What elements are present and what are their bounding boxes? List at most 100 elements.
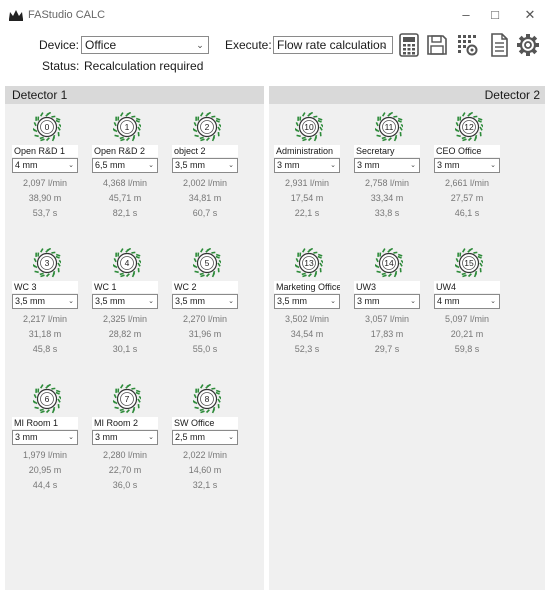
detector-card: 4 WC 1 3,5 mm ⌄ 2,325 l/min 28,82 m 30,1 s bbox=[92, 248, 158, 378]
flow-rate-value: 2,022 l/min bbox=[182, 450, 228, 460]
pipe-length-value: 20,21 m bbox=[450, 329, 484, 339]
transport-time-value: 53,7 s bbox=[32, 208, 58, 218]
flow-rate-value: 2,280 l/min bbox=[102, 450, 148, 460]
pipe-diameter-select[interactable]: 3 mm ⌄ bbox=[274, 158, 340, 173]
maximize-button[interactable]: □ bbox=[484, 6, 506, 24]
detector-sensor-icon: 14 bbox=[375, 248, 403, 278]
detector-card: 8 SW Office 2,5 mm ⌄ 2,022 l/min 14,60 m 32,1 … bbox=[172, 384, 238, 514]
transport-time-value: 45,8 s bbox=[32, 344, 58, 354]
chevron-down-icon: ⌄ bbox=[228, 162, 234, 169]
detector-number: 7 bbox=[125, 394, 130, 404]
pipe-diameter-select[interactable]: 3,5 mm ⌄ bbox=[92, 294, 158, 309]
panel-header-detector-2: Detector 2 bbox=[269, 86, 545, 104]
gear-icon[interactable] bbox=[516, 33, 540, 57]
detector-name-field[interactable]: Secretary bbox=[354, 145, 420, 157]
detector-number: 12 bbox=[464, 122, 474, 132]
detector-name-field[interactable]: WC 2 bbox=[172, 281, 238, 293]
pipe-length-value: 17,83 m bbox=[370, 329, 404, 339]
pipe-diameter-value: 3,5 mm bbox=[95, 296, 126, 306]
pipe-diameter-select[interactable]: 3 mm ⌄ bbox=[354, 294, 420, 309]
detector-number: 14 bbox=[384, 258, 394, 268]
transport-time-value: 44,4 s bbox=[32, 480, 58, 490]
detector-sensor-icon: 8 bbox=[193, 384, 221, 414]
pipe-diameter-select[interactable]: 3,5 mm ⌄ bbox=[172, 294, 238, 309]
detector-name-field[interactable]: Marketing Office bbox=[274, 281, 340, 293]
panel-detector-2: 10 Administration 3 mm ⌄ 2,931 l/min 17,54 m 2… bbox=[269, 104, 545, 590]
pipe-diameter-value: 3,5 mm bbox=[175, 160, 206, 170]
detector-sensor-icon: 3 bbox=[33, 248, 61, 278]
chevron-down-icon: ⌄ bbox=[228, 298, 234, 305]
detector-card: 10 Administration 3 mm ⌄ 2,931 l/min 17,54 m 2… bbox=[274, 112, 340, 242]
detector-sensor-icon: 4 bbox=[113, 248, 141, 278]
title-bar: FAStudio CALC – □ ✕ bbox=[0, 0, 550, 30]
pipe-diameter-select[interactable]: 2,5 mm ⌄ bbox=[172, 430, 238, 445]
flow-rate-value: 4,368 l/min bbox=[102, 178, 148, 188]
detector-number: 10 bbox=[304, 122, 314, 132]
chevron-down-icon: ⌄ bbox=[410, 162, 416, 169]
pipe-diameter-select[interactable]: 3,5 mm ⌄ bbox=[172, 158, 238, 173]
detector-name-field[interactable]: UW3 bbox=[354, 281, 420, 293]
pipe-length-value: 14,60 m bbox=[188, 465, 222, 475]
detector-name-field[interactable]: WC 1 bbox=[92, 281, 158, 293]
chevron-down-icon: ⌄ bbox=[68, 434, 74, 441]
detector-number: 5 bbox=[205, 258, 210, 268]
detector-card: 7 MI Room 2 3 mm ⌄ 2,280 l/min 22,70 m 36,0 s bbox=[92, 384, 158, 514]
detector-card: 5 WC 2 3,5 mm ⌄ 2,270 l/min 31,96 m 55,0 s bbox=[172, 248, 238, 378]
save-icon[interactable] bbox=[426, 33, 448, 57]
detector-card: 12 CEO Office 3 mm ⌄ 2,661 l/min 27,57 m 46,1 … bbox=[434, 112, 500, 242]
detector-name-field[interactable]: MI Room 2 bbox=[92, 417, 158, 429]
detector-sensor-icon: 5 bbox=[193, 248, 221, 278]
pipe-diameter-select[interactable]: 4 mm ⌄ bbox=[12, 158, 78, 173]
detector-name-field[interactable]: object 2 bbox=[172, 145, 238, 157]
detector-name-field[interactable]: UW4 bbox=[434, 281, 500, 293]
pipe-diameter-value: 3 mm bbox=[277, 160, 300, 170]
execute-label: Execute: bbox=[225, 38, 272, 52]
detector-sensor-icon: 6 bbox=[33, 384, 61, 414]
detector-number: 0 bbox=[45, 122, 50, 132]
pipe-diameter-select[interactable]: 3 mm ⌄ bbox=[434, 158, 500, 173]
pipe-length-value: 17,54 m bbox=[290, 193, 324, 203]
close-button[interactable]: ✕ bbox=[519, 6, 541, 24]
detector-name-field[interactable]: CEO Office bbox=[434, 145, 500, 157]
pipe-length-value: 31,18 m bbox=[28, 329, 62, 339]
minimize-button[interactable]: – bbox=[455, 6, 477, 24]
pipe-diameter-select[interactable]: 4 mm ⌄ bbox=[434, 294, 500, 309]
pipe-length-value: 45,71 m bbox=[108, 193, 142, 203]
chevron-down-icon: ⌄ bbox=[148, 298, 154, 305]
pipe-diameter-value: 4 mm bbox=[437, 296, 460, 306]
pipe-diameter-select[interactable]: 6,5 mm ⌄ bbox=[92, 158, 158, 173]
pipe-diameter-value: 3,5 mm bbox=[175, 296, 206, 306]
detector-number: 8 bbox=[205, 394, 210, 404]
detector-sensor-icon: 7 bbox=[113, 384, 141, 414]
detector-name-field[interactable]: SW Office bbox=[172, 417, 238, 429]
chevron-down-icon: ⌄ bbox=[490, 162, 496, 169]
chevron-down-icon: ⌄ bbox=[148, 434, 154, 441]
settings-grid-icon[interactable] bbox=[457, 33, 479, 57]
detector-number: 13 bbox=[304, 258, 314, 268]
transport-time-value: 32,1 s bbox=[192, 480, 218, 490]
detector-name-field[interactable]: Open R&D 1 bbox=[12, 145, 78, 157]
pipe-diameter-select[interactable]: 3 mm ⌄ bbox=[12, 430, 78, 445]
pipe-diameter-select[interactable]: 3,5 mm ⌄ bbox=[274, 294, 340, 309]
detector-name-field[interactable]: MI Room 1 bbox=[12, 417, 78, 429]
execute-select[interactable]: Flow rate calculation ⌄ bbox=[273, 36, 393, 54]
transport-time-value: 33,8 s bbox=[374, 208, 400, 218]
detector-card: 13 Marketing Office 3,5 mm ⌄ 3,502 l/min 34,5… bbox=[274, 248, 340, 378]
document-icon[interactable] bbox=[488, 33, 510, 57]
flow-rate-value: 2,270 l/min bbox=[182, 314, 228, 324]
detector-name-field[interactable]: Open R&D 2 bbox=[92, 145, 158, 157]
detector-name-field[interactable]: Administration bbox=[274, 145, 340, 157]
detector-name-field[interactable]: WC 3 bbox=[12, 281, 78, 293]
detector-sensor-icon: 13 bbox=[295, 248, 323, 278]
flow-rate-value: 2,002 l/min bbox=[182, 178, 228, 188]
flow-rate-value: 2,325 l/min bbox=[102, 314, 148, 324]
status-value: Recalculation required bbox=[84, 59, 204, 73]
device-select[interactable]: Office ⌄ bbox=[81, 36, 209, 54]
pipe-diameter-select[interactable]: 3 mm ⌄ bbox=[92, 430, 158, 445]
pipe-length-value: 22,70 m bbox=[108, 465, 142, 475]
detector-number: 3 bbox=[45, 258, 50, 268]
chevron-down-icon: ⌄ bbox=[330, 162, 336, 169]
pipe-diameter-select[interactable]: 3 mm ⌄ bbox=[354, 158, 420, 173]
pipe-diameter-select[interactable]: 3,5 mm ⌄ bbox=[12, 294, 78, 309]
calculator-icon[interactable] bbox=[398, 33, 420, 57]
